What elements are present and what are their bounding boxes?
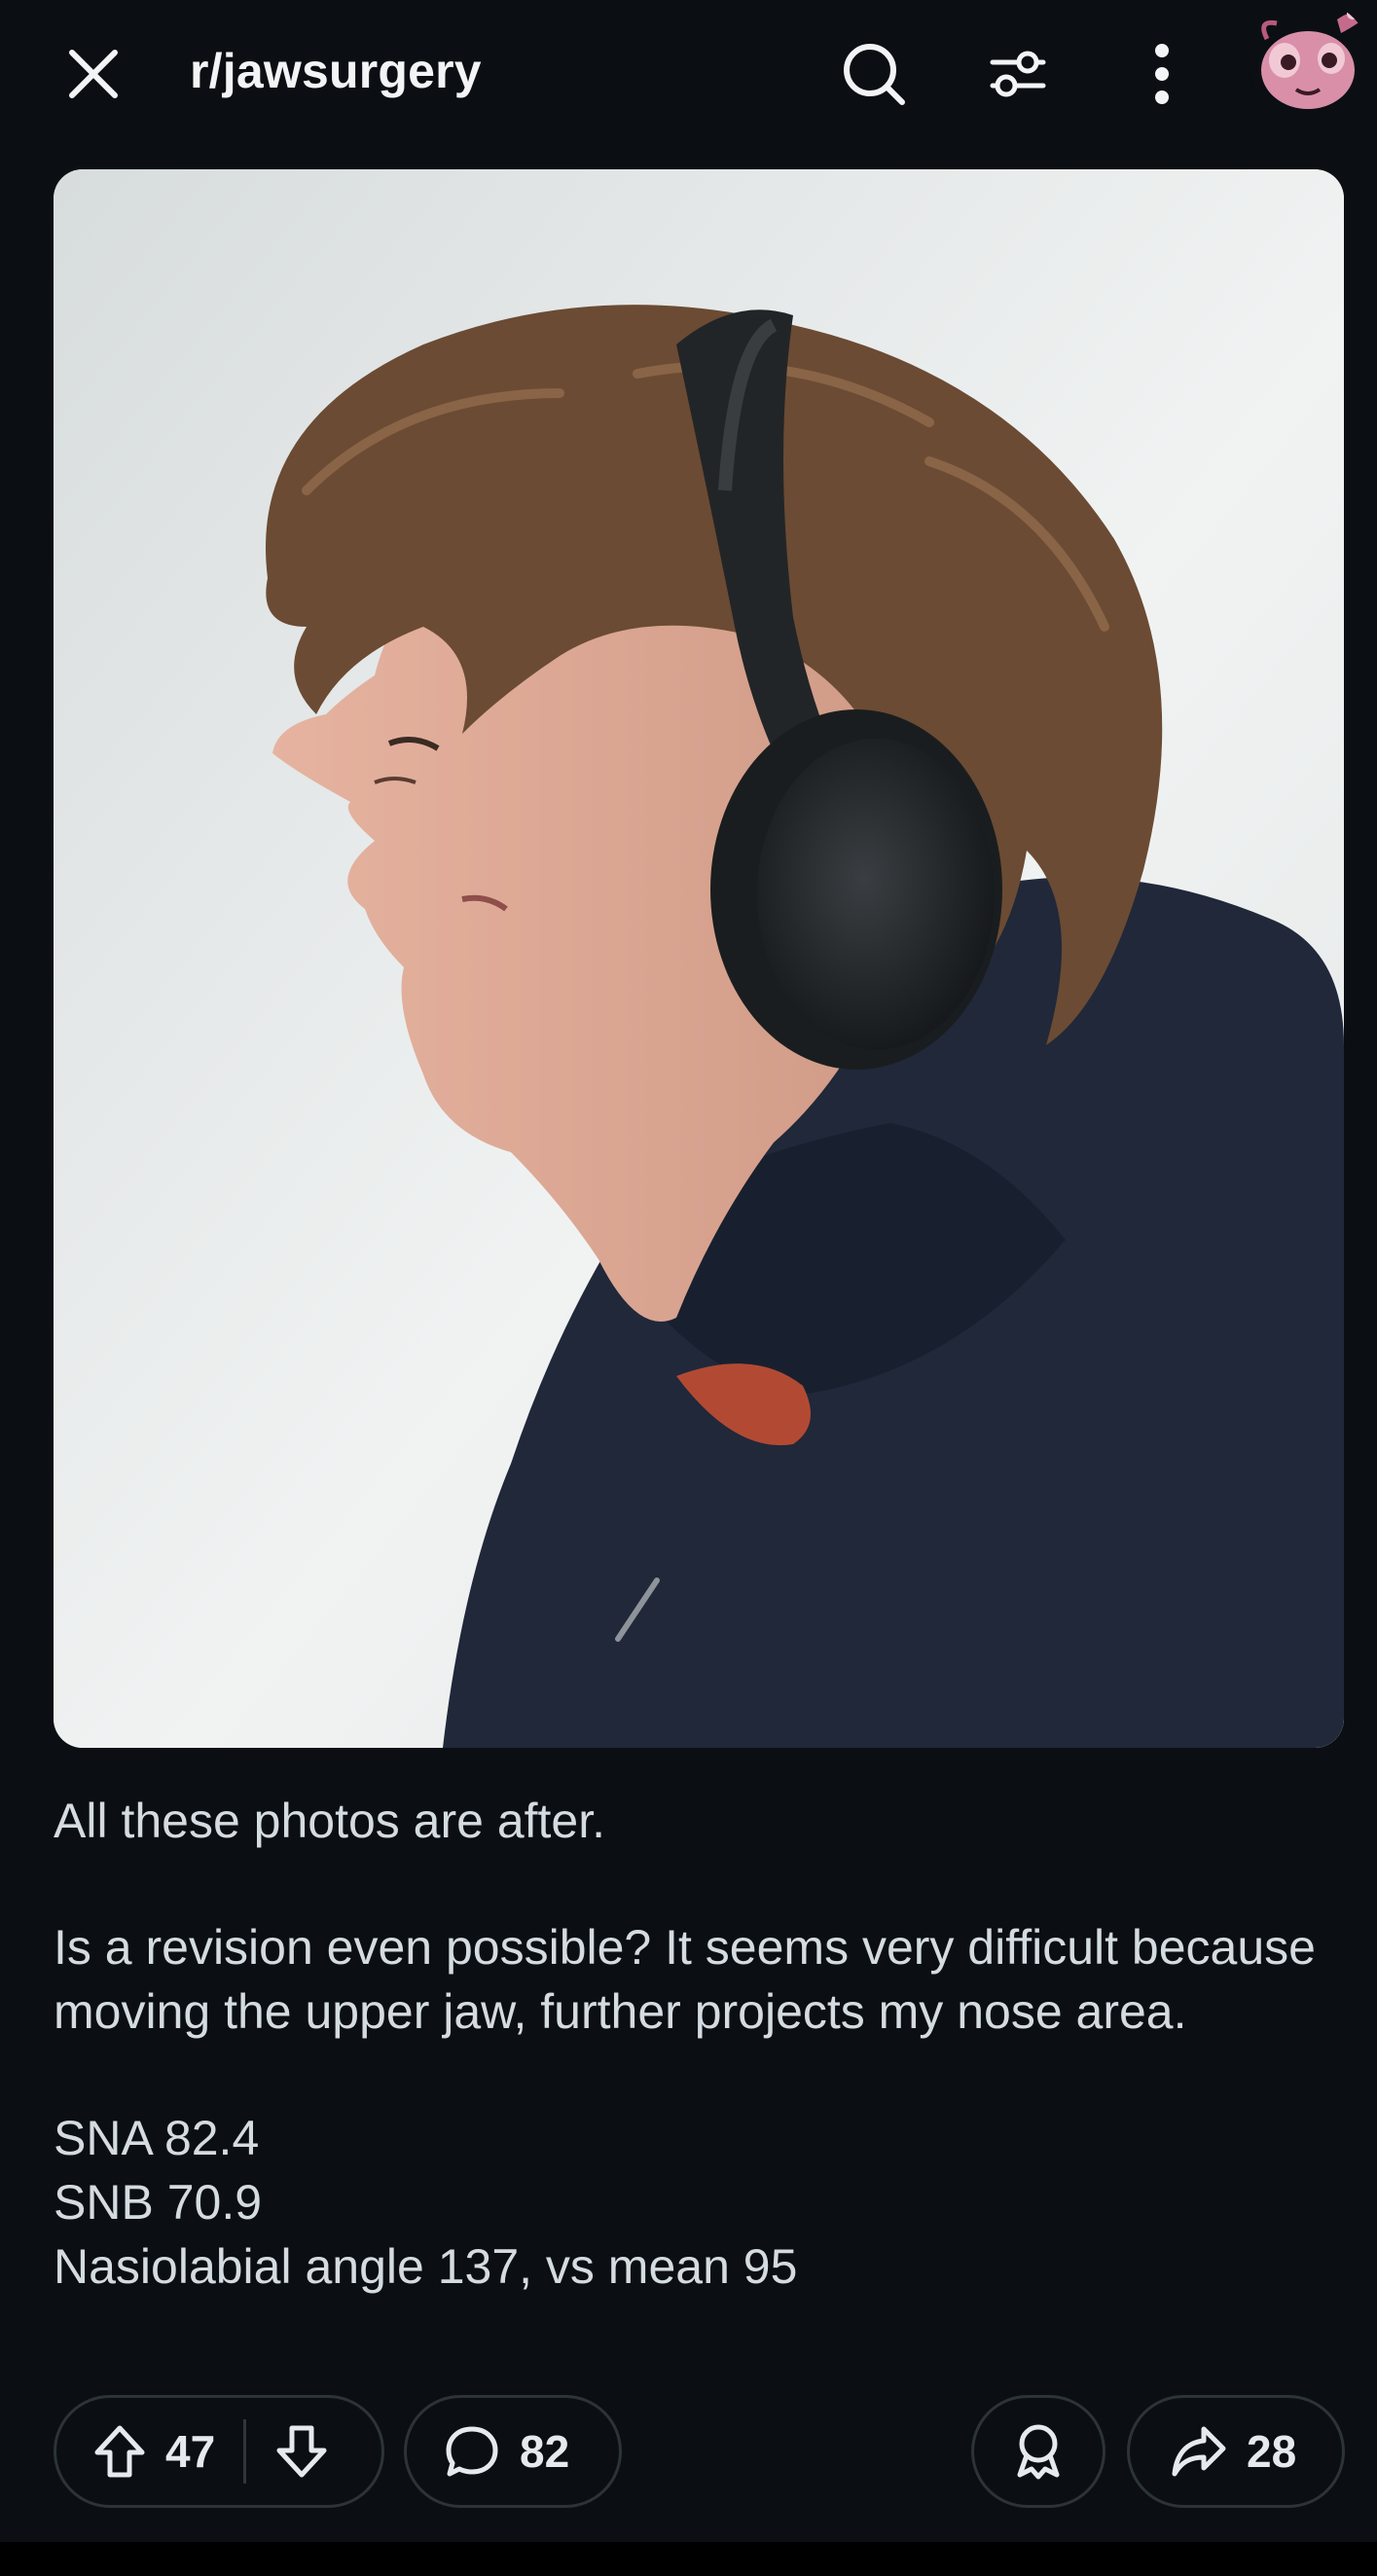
vote-divider [243, 2419, 246, 2484]
post-body-line: SNB 70.9 [54, 2175, 263, 2230]
subreddit-title[interactable]: r/jawsurgery [190, 43, 482, 99]
sliders-icon [990, 51, 1046, 97]
comments-button[interactable]: 82 [404, 2395, 622, 2508]
post-body-line: Nasiolabial angle 137, vs mean 95 [54, 2239, 798, 2294]
post-body-line: SNA 82.4 [54, 2111, 260, 2165]
share-icon-wrap [1171, 2425, 1227, 2478]
post-body-line: Is a revision even possible? It seems ve… [54, 1920, 1316, 2039]
share-button[interactable]: 28 [1127, 2395, 1345, 2508]
post-image[interactable] [54, 169, 1344, 1748]
system-nav-strip [0, 2542, 1377, 2576]
close-icon [69, 50, 118, 98]
filter-button[interactable] [973, 31, 1063, 117]
upvote-button[interactable] [91, 2423, 148, 2480]
post-body-line: All these photos are after. [54, 1794, 606, 1848]
vote-pill: 47 [54, 2395, 384, 2508]
award-button[interactable] [971, 2395, 1105, 2508]
downvote-arrow-icon [276, 2425, 327, 2478]
more-vertical-icon [1155, 44, 1169, 104]
comment-count: 82 [520, 2426, 570, 2477]
comment-icon-wrap [444, 2423, 500, 2480]
top-bar: r/jawsurgery [0, 0, 1377, 156]
search-icon [844, 44, 905, 105]
upvote-arrow-icon [94, 2425, 145, 2478]
share-count: 28 [1247, 2426, 1297, 2477]
search-button[interactable] [829, 31, 919, 117]
post-body: All these photos are after. Is a revisio… [54, 1789, 1328, 2299]
comment-bubble-icon [446, 2426, 498, 2477]
award-icon [1017, 2424, 1060, 2480]
downvote-button[interactable] [273, 2423, 330, 2480]
upvote-count: 47 [165, 2426, 216, 2477]
close-button[interactable] [51, 31, 136, 117]
user-avatar[interactable] [1248, 0, 1372, 125]
more-options-button[interactable] [1119, 31, 1205, 117]
share-arrow-icon [1172, 2426, 1226, 2477]
